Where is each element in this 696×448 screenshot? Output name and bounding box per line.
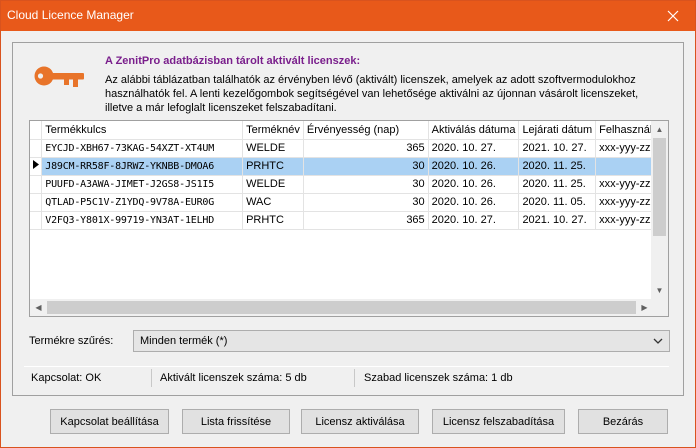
close-icon[interactable] [651, 1, 695, 31]
connection-status: Kapcsolat: OK [31, 372, 102, 384]
expiry-date-cell: 2021. 10. 27. [518, 211, 597, 230]
description: Az alábbi táblázatban találhatók az érvé… [105, 73, 665, 115]
scroll-up-icon[interactable]: ▲ [651, 121, 668, 138]
description-line: használhatók fel. A lenti kezelőgombok s… [105, 88, 639, 100]
activation-date-cell: 2020. 10. 26. [428, 175, 520, 194]
activated-count: Aktivált licenszek száma: 5 db [160, 372, 307, 384]
expiry-date-cell: 2020. 11. 25. [518, 157, 597, 176]
license-key-cell: EYCJD-XBH67-73KAG-54XZT-XT4UM [41, 139, 244, 158]
divider [151, 369, 152, 387]
horizontal-scrollbar[interactable]: ◀ ▶ [30, 299, 653, 316]
license-table[interactable]: Termékkulcs Terméknév Érvényesség (nap) … [29, 120, 669, 317]
description-line: Az alábbi táblázatban találhatók az érvé… [105, 74, 636, 86]
filter-label: Termékre szűrés: [29, 335, 114, 347]
scroll-thumb[interactable] [653, 138, 666, 236]
row-indicator [30, 175, 43, 194]
page-title: A ZenitPro adatbázisban tárolt aktivált … [105, 55, 361, 67]
product-cell: WELDE [242, 139, 304, 158]
row-header-cell [30, 121, 43, 140]
window-title: Cloud Licence Manager [7, 8, 134, 22]
scrollbar-corner [651, 299, 668, 316]
window: Cloud Licence Manager A ZenitPro adatbáz… [0, 0, 696, 448]
table-row[interactable]: PUUFD-A3AWA-JIMET-J2GS8-JS1I5 WELDE 30 2… [30, 175, 668, 194]
table-row[interactable]: V2FQ3-Y801X-99719-YN3AT-1ELHD PRHTC 365 … [30, 211, 668, 230]
expiry-date-cell: 2020. 11. 05. [518, 193, 597, 212]
activation-date-cell: 2020. 10. 27. [428, 139, 520, 158]
expiry-date-cell: 2021. 10. 27. [518, 139, 597, 158]
product-cell: WAC [242, 193, 304, 212]
validity-cell: 365 [303, 211, 429, 230]
activation-date-cell: 2020. 10. 27. [428, 211, 520, 230]
title-bar[interactable]: Cloud Licence Manager [1, 1, 695, 31]
license-key-cell: V2FQ3-Y801X-99719-YN3AT-1ELHD [41, 211, 244, 230]
column-header[interactable]: Lejárati dátum [518, 121, 597, 140]
validity-cell: 30 [303, 193, 429, 212]
license-grid: Termékkulcs Terméknév Érvényesség (nap) … [30, 121, 668, 230]
free-count: Szabad licenszek száma: 1 db [364, 372, 513, 384]
description-line: illetve a már lefoglalt licenszeket fels… [105, 102, 337, 114]
column-header[interactable]: Aktiválás dátuma [428, 121, 520, 140]
divider [354, 369, 355, 387]
scroll-left-icon[interactable]: ◀ [30, 299, 47, 316]
license-key-cell: PUUFD-A3AWA-JIMET-J2GS8-JS1I5 [41, 175, 244, 194]
dialog-content: A ZenitPro adatbázisban tárolt aktivált … [12, 42, 684, 396]
chevron-down-icon [653, 338, 663, 344]
release-license-button[interactable]: Licensz felszabadítása [432, 409, 565, 434]
validity-cell: 30 [303, 175, 429, 194]
product-cell: PRHTC [242, 157, 304, 176]
status-bar: Kapcsolat: OK Aktivált licenszek száma: … [24, 366, 669, 388]
key-icon [34, 66, 84, 87]
activation-date-cell: 2020. 10. 26. [428, 157, 520, 176]
row-pointer-icon [30, 157, 43, 176]
product-cell: WELDE [242, 175, 304, 194]
filter-value: Minden termék (*) [140, 335, 228, 347]
license-key-cell: J89CM-RR58F-8JRWZ-YKNBB-DMOA6 [41, 157, 244, 176]
validity-cell: 30 [303, 157, 429, 176]
license-key-cell: QTLAD-P5C1V-Z1YDQ-9V78A-EUR0G [41, 193, 244, 212]
column-header[interactable]: Termékkulcs [41, 121, 244, 140]
product-filter-select[interactable]: Minden termék (*) [133, 330, 670, 352]
table-row[interactable]: QTLAD-P5C1V-Z1YDQ-9V78A-EUR0G WAC 30 202… [30, 193, 668, 212]
scroll-down-icon[interactable]: ▼ [651, 282, 668, 299]
row-indicator [30, 193, 43, 212]
scroll-thumb[interactable] [47, 301, 636, 314]
vertical-scrollbar[interactable]: ▲ ▼ [651, 121, 668, 299]
expiry-date-cell: 2020. 11. 25. [518, 175, 597, 194]
table-row[interactable]: EYCJD-XBH67-73KAG-54XZT-XT4UM WELDE 365 … [30, 139, 668, 158]
validity-cell: 365 [303, 139, 429, 158]
activate-license-button[interactable]: Licensz aktiválása [301, 409, 419, 434]
column-header[interactable]: Terméknév [242, 121, 304, 140]
close-button[interactable]: Bezárás [578, 409, 668, 434]
product-cell: PRHTC [242, 211, 304, 230]
connection-settings-button[interactable]: Kapcsolat beállítása [50, 409, 169, 434]
table-row-selected[interactable]: J89CM-RR58F-8JRWZ-YKNBB-DMOA6 PRHTC 30 2… [30, 157, 668, 176]
activation-date-cell: 2020. 10. 26. [428, 193, 520, 212]
column-header[interactable]: Érvényesség (nap) [303, 121, 429, 140]
refresh-list-button[interactable]: Lista frissítése [182, 409, 290, 434]
row-indicator [30, 139, 43, 158]
row-indicator [30, 211, 43, 230]
